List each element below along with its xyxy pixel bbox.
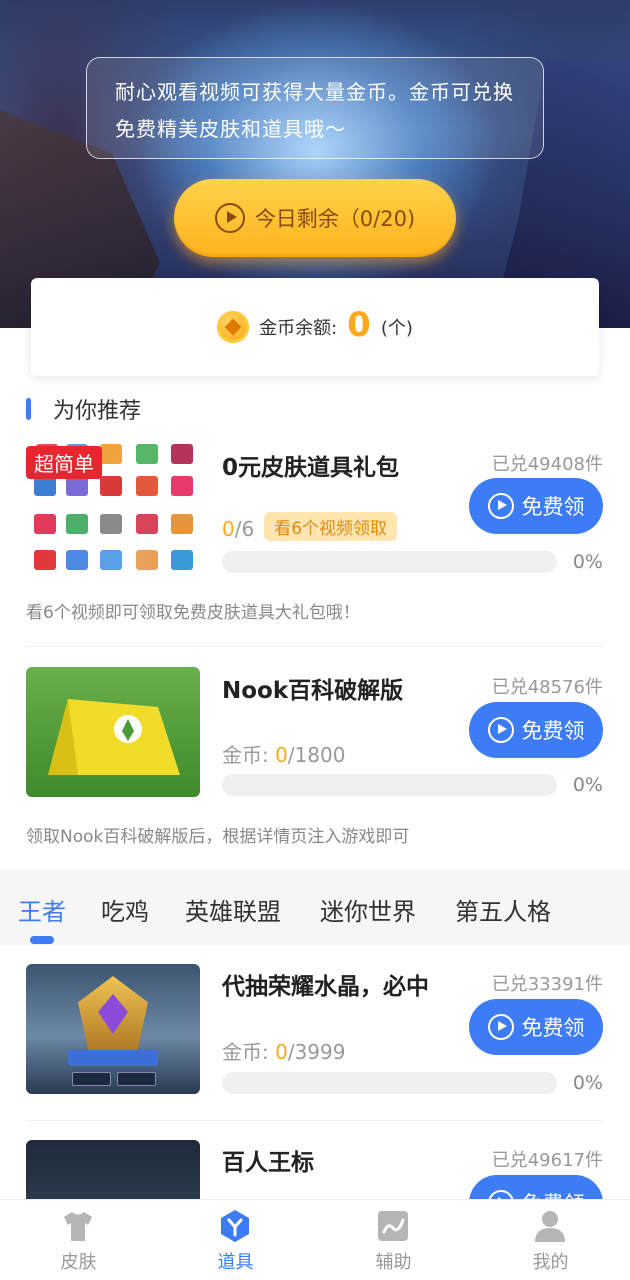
coin-icon: [217, 311, 250, 343]
coin-label: 金币:: [222, 1040, 276, 1064]
progress-current: 0: [275, 743, 288, 767]
progress-total: /6: [234, 517, 255, 541]
nav-item-skins[interactable]: 皮肤: [0, 1200, 157, 1280]
nav-item-assist[interactable]: 辅助: [315, 1200, 472, 1280]
item-title: 百人王标: [222, 1150, 314, 1176]
item-title: 代抽荣耀水晶，必中: [222, 974, 429, 1000]
progress-track: [222, 1072, 557, 1094]
nav-label-props: 道具: [217, 1252, 254, 1273]
video-requirement-badge: 看6个视频领取: [264, 512, 398, 541]
progress-percent: 0%: [572, 551, 603, 573]
item-progress-text: 0/6 看6个视频领取: [222, 512, 398, 541]
section-title-bar: [26, 398, 31, 420]
free-claim-label: 免费领: [521, 495, 585, 519]
coin-balance-label: 金币余额:: [259, 318, 338, 339]
tab-chiji[interactable]: 吃鸡: [101, 892, 149, 927]
product-item[interactable]: 代抽荣耀水晶，必中 已兑33391件 免费领 金币: 0/3999 0%: [0, 964, 630, 1104]
active-tab-indicator: [30, 936, 54, 944]
section-title-text: 为你推荐: [53, 399, 142, 424]
product-item[interactable]: 百人王标 已兑49617件 免费领: [0, 1140, 630, 1200]
item-thumbnail: [26, 667, 200, 797]
assist-icon: [378, 1211, 408, 1241]
watch-video-button[interactable]: 今日剩余（0/20): [174, 179, 456, 257]
props-icon: [221, 1210, 249, 1242]
section-title: 为你推荐: [26, 393, 141, 425]
progress-total: /3999: [287, 1040, 346, 1064]
play-icon: [487, 717, 514, 743]
progress-track: [222, 774, 557, 796]
recommend-item[interactable]: 超简单 0元皮肤道具礼包 已兑49408件 免费领 0/6 看6个视频领取 0% …: [0, 440, 630, 640]
progress-current: 0: [275, 1040, 288, 1064]
item-thumbnail: [26, 964, 200, 1094]
item-thumbnail: 超简单: [26, 440, 200, 570]
item-description: 领取Nook百科破解版后，根据详情页注入游戏即可: [26, 827, 410, 847]
nav-label-skins: 皮肤: [60, 1252, 97, 1273]
tent-icon: [48, 699, 180, 775]
item-redeemed-count: 已兑49617件: [491, 1150, 603, 1171]
item-title: 0元皮肤道具礼包: [222, 455, 400, 481]
app-page: 耐心观看视频可获得大量金币。金币可兑换免费精美皮肤和道具哦～ 今日剩余（0/20…: [0, 0, 630, 1280]
item-thumbnail: [26, 1140, 200, 1200]
emblem-ribbon: [68, 1050, 158, 1066]
item-progress-text: 金币: 0/1800: [222, 739, 345, 768]
item-redeemed-count: 已兑33391件: [491, 974, 603, 995]
play-icon: [214, 203, 245, 233]
item-progress-text: 金币: 0/3999: [222, 1036, 345, 1065]
item-description: 看6个视频即可领取免费皮肤道具大礼包哦！: [26, 603, 360, 623]
thumbnail-buttons: [72, 1072, 156, 1086]
progress-total: /1800: [287, 743, 346, 767]
free-claim-label: 免费领: [521, 1016, 585, 1040]
progress-percent: 0%: [572, 1072, 603, 1094]
nav-item-mine[interactable]: 我的: [472, 1200, 629, 1280]
tab-mini-world[interactable]: 迷你世界: [320, 892, 416, 927]
coin-label: 金币:: [222, 743, 276, 767]
item-title: Nook百科破解版: [222, 678, 404, 704]
bottom-navigation: 皮肤 道具 辅助 我的: [0, 1200, 630, 1280]
free-claim-label: 免费领: [522, 1188, 585, 1200]
progress-percent: 0%: [572, 774, 603, 796]
user-icon: [535, 1211, 565, 1242]
free-claim-button[interactable]: 免费领: [469, 1175, 603, 1200]
tab-wangzhe[interactable]: 王者: [18, 892, 66, 927]
free-claim-button[interactable]: 免费领: [469, 702, 603, 758]
item-redeemed-count: 已兑49408件: [491, 454, 603, 475]
play-icon: [487, 493, 514, 519]
tab-lol[interactable]: 英雄联盟: [185, 892, 281, 927]
nav-label-assist: 辅助: [375, 1252, 412, 1273]
nav-item-props[interactable]: 道具: [157, 1200, 314, 1280]
watch-video-label: 今日剩余（0/20): [254, 207, 416, 231]
recommend-item[interactable]: Nook百科破解版 已兑48576件 免费领 金币: 0/1800 0% 领取N…: [0, 667, 630, 857]
tshirt-icon: [64, 1212, 92, 1241]
free-claim-button[interactable]: 免费领: [469, 478, 603, 534]
progress-track: [222, 551, 557, 573]
tab-identity-v[interactable]: 第五人格: [455, 892, 551, 927]
banner-tip: 耐心观看视频可获得大量金币。金币可兑换免费精美皮肤和道具哦～: [86, 57, 544, 159]
play-icon: [487, 1014, 514, 1040]
nav-label-mine: 我的: [532, 1252, 569, 1273]
coin-balance-unit: (个): [380, 318, 413, 339]
free-claim-button[interactable]: 免费领: [469, 999, 603, 1055]
easy-tag: 超简单: [26, 446, 102, 479]
coin-balance-value: 0: [347, 305, 371, 345]
item-redeemed-count: 已兑48576件: [491, 677, 603, 698]
progress-current: 0: [222, 517, 235, 541]
divider: [26, 646, 604, 647]
free-claim-label: 免费领: [521, 719, 585, 743]
coin-balance-card: 金币余额: 0 (个): [31, 278, 599, 376]
play-icon: [487, 1190, 514, 1200]
game-category-tabs: 王者 吃鸡 英雄联盟 迷你世界 第五人格: [0, 870, 630, 945]
divider: [26, 1120, 604, 1121]
